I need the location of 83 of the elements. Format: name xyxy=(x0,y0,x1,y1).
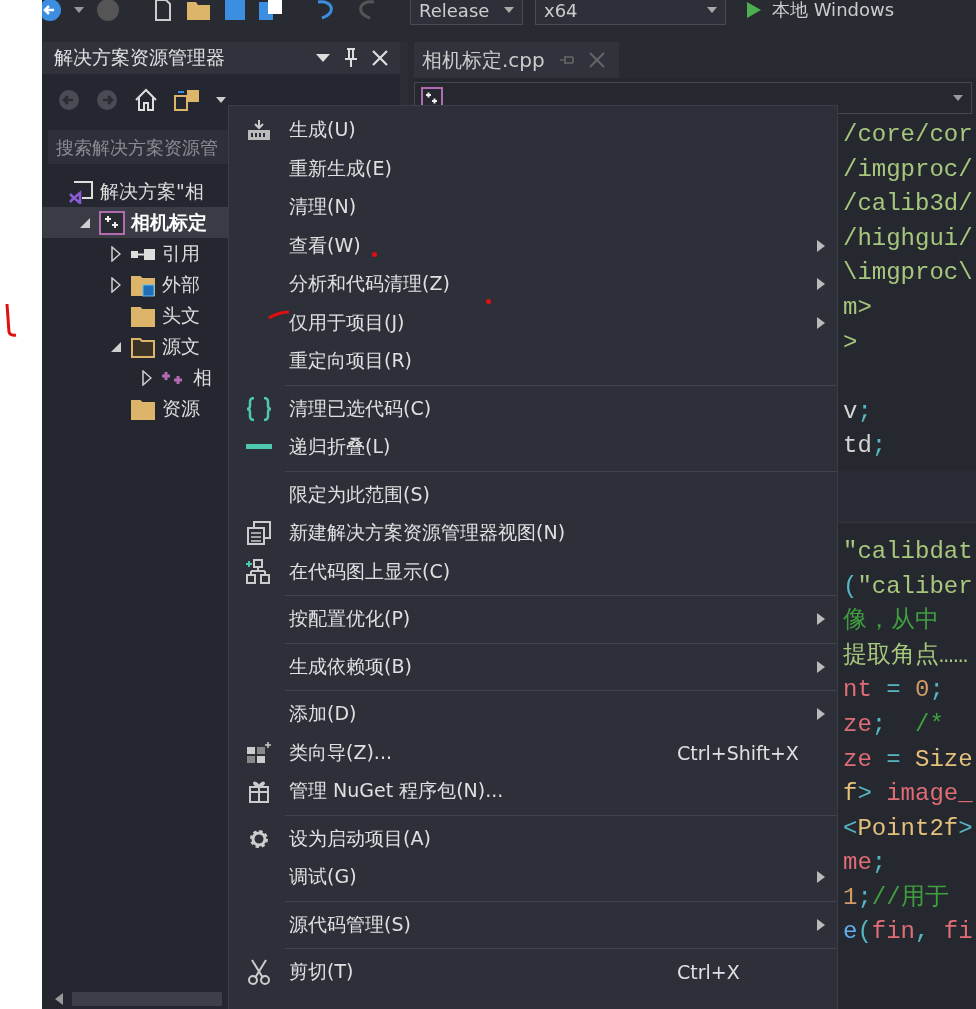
scissors-icon xyxy=(248,959,270,986)
tree-label: 外部 xyxy=(162,271,200,297)
code-line: /core/cor xyxy=(843,120,974,150)
home-icon[interactable] xyxy=(134,88,158,112)
tree-label: 源文 xyxy=(162,333,200,359)
code-line: nt = 0; xyxy=(843,675,945,706)
tree-label: 资源 xyxy=(162,395,200,421)
window-icon xyxy=(247,521,271,546)
menu-item[interactable]: 剪切(T) Ctrl+X xyxy=(229,953,837,992)
caret-icon[interactable] xyxy=(953,95,963,101)
configuration-dropdown[interactable]: Release xyxy=(410,0,523,25)
code-line: 像，从中 xyxy=(843,606,940,637)
code-line: ("caliber xyxy=(843,571,974,602)
menu-item[interactable]: 新建解决方案资源管理器视图(N) xyxy=(229,514,837,553)
braces-icon xyxy=(246,396,272,421)
code-line: ze = Size xyxy=(843,744,974,775)
class-wizard-icon xyxy=(246,740,272,765)
run-button[interactable]: 本地 Windows xyxy=(738,0,895,22)
menu-item[interactable]: 递归折叠(L) xyxy=(229,428,837,467)
code-line: me; xyxy=(843,848,888,879)
diagram-icon xyxy=(246,558,272,585)
code-line: f> image_ xyxy=(843,779,974,810)
tree-label: 头文 xyxy=(162,302,200,328)
code-line: m> xyxy=(843,292,873,323)
caret-icon xyxy=(504,7,514,13)
solution-icon xyxy=(68,179,94,204)
code-line: \imgproc\ xyxy=(843,258,974,289)
code-line: td; xyxy=(843,431,888,462)
menu-item[interactable]: 仅用于项目(J) xyxy=(229,303,837,342)
code-line: /imgproc/ xyxy=(843,154,974,185)
menu-item[interactable]: 源代码管理(S) xyxy=(229,905,837,944)
code-line: v; xyxy=(843,396,873,427)
collapse-arrow-icon[interactable] xyxy=(79,216,91,229)
open-folder-icon[interactable] xyxy=(186,0,212,22)
menu-item[interactable]: 生成依赖项(B) xyxy=(229,647,837,686)
tree-label: 相机标定 xyxy=(131,209,207,235)
caret-icon xyxy=(707,7,717,13)
save-all-icon[interactable] xyxy=(258,0,284,22)
gift-icon xyxy=(248,779,270,804)
platform-dropdown[interactable]: x64 xyxy=(535,0,726,25)
menu-item[interactable]: 清理已选代码(C) xyxy=(229,389,837,428)
expand-arrow-icon[interactable] xyxy=(111,276,121,293)
code-line: 提取角点…… xyxy=(843,640,969,671)
sync-icon[interactable] xyxy=(174,88,200,112)
pen-dot xyxy=(486,299,491,304)
pen-dot xyxy=(372,252,377,257)
play-icon xyxy=(746,1,762,19)
tree-label: 引用 xyxy=(162,240,200,266)
build-icon xyxy=(247,119,271,142)
menu-item[interactable]: 调试(G) xyxy=(229,858,837,897)
collapse-icon xyxy=(246,444,272,451)
tree-label: 解决方案"相 xyxy=(100,178,204,204)
menu-item[interactable]: 类向导(Z)... Ctrl+Shift+X xyxy=(229,733,837,772)
caret-icon[interactable] xyxy=(74,7,84,13)
collapse-arrow-icon[interactable] xyxy=(110,340,122,353)
dropdown-icon[interactable] xyxy=(316,54,330,62)
code-line: <Point2f> xyxy=(843,813,974,844)
menu-item[interactable]: 管理 NuGet 程序包(N)... xyxy=(229,772,837,811)
menu-item[interactable]: 重定向项目(R) xyxy=(229,342,837,381)
pen-stroke xyxy=(4,302,18,338)
expand-arrow-icon[interactable] xyxy=(142,369,152,386)
code-line: /calib3d/ xyxy=(843,189,974,220)
code-line: /highgui/ xyxy=(843,223,974,254)
menu-item[interactable]: 添加(D) xyxy=(229,695,837,734)
menu-item[interactable]: 限定为此范围(S) xyxy=(229,475,837,514)
code-line: > xyxy=(843,327,859,358)
caret-icon[interactable] xyxy=(216,97,226,103)
menu-item[interactable]: 设为启动项目(A) xyxy=(229,819,837,858)
expand-arrow-icon[interactable] xyxy=(111,245,121,262)
pen-stroke xyxy=(267,310,291,320)
scroll-left-icon[interactable] xyxy=(54,992,64,1006)
code-line: "calibdat xyxy=(843,536,974,567)
menu-item[interactable]: 按配置优化(P) xyxy=(229,600,837,639)
menu-item[interactable]: 分析和代码清理(Z) xyxy=(229,265,837,304)
code-line: 1;//用于 xyxy=(843,882,950,913)
references-icon xyxy=(130,246,156,261)
tree-label: 相 xyxy=(193,364,212,390)
project-icon xyxy=(99,210,125,235)
menu-item[interactable]: 在代码图上显示(C) xyxy=(229,552,837,591)
save-icon[interactable] xyxy=(224,0,246,22)
code-line: ze; /* xyxy=(843,709,945,740)
code-line: e(fin, fi xyxy=(843,917,974,948)
panel-title: 解决方案资源管理器 xyxy=(54,45,226,70)
